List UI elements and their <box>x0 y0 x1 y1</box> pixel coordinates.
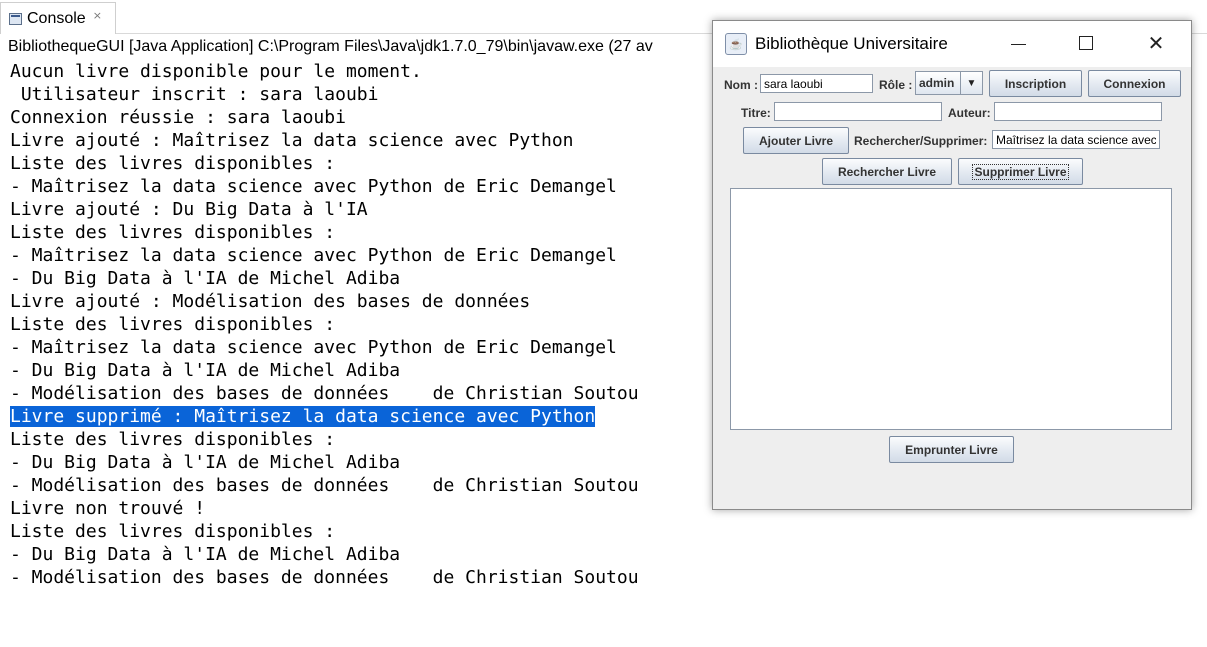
rechercher-livre-button-label: Rechercher Livre <box>837 164 937 179</box>
close-icon[interactable]: × <box>93 9 102 22</box>
console-line: Liste des livres disponibles : <box>10 520 639 543</box>
rechercher-supprimer-label: Rechercher/Supprimer: <box>854 134 988 148</box>
role-select-value: admin <box>919 76 955 90</box>
java-app-icon: ☕ <box>725 33 747 55</box>
console-line-selected: Livre supprimé : Maîtrisez la data scien… <box>10 405 639 428</box>
console-line-text: Aucun livre disponible pour le moment. <box>10 61 422 82</box>
console-line: - Maîtrisez la data science avec Python … <box>10 244 639 267</box>
nom-input[interactable] <box>760 74 873 93</box>
console-line-text: Liste des livres disponibles : <box>10 222 336 243</box>
console-line: Liste des livres disponibles : <box>10 152 639 175</box>
window-titlebar[interactable]: ☕ Bibliothèque Universitaire ✕ <box>713 21 1191 67</box>
console-line: - Maîtrisez la data science avec Python … <box>10 336 639 359</box>
console-line: Livre ajouté : Modélisation des bases de… <box>10 290 639 313</box>
rechercher-livre-button[interactable]: Rechercher Livre <box>822 158 952 185</box>
console-line: Livre ajouté : Du Big Data à l'IA <box>10 198 639 221</box>
auteur-label: Auteur: <box>948 106 991 120</box>
console-line: - Maîtrisez la data science avec Python … <box>10 175 639 198</box>
console-line-text: Livre ajouté : Modélisation des bases de… <box>10 291 531 312</box>
console-line-text: - Du Big Data à l'IA de Michel Adiba <box>10 452 401 473</box>
result-text-area[interactable] <box>730 188 1172 430</box>
console-line: Utilisateur inscrit : sara laoubi <box>10 83 639 106</box>
console-line: Liste des livres disponibles : <box>10 428 639 451</box>
console-line-text: - Maîtrisez la data science avec Python … <box>10 337 617 358</box>
minimize-button[interactable] <box>1003 31 1033 55</box>
console-line-text: - Modélisation des bases de données de C… <box>10 567 639 588</box>
connexion-button[interactable]: Connexion <box>1088 70 1181 97</box>
console-line-text: - Modélisation des bases de données de C… <box>10 475 639 496</box>
console-line: Liste des livres disponibles : <box>10 221 639 244</box>
close-window-button[interactable]: ✕ <box>1141 31 1171 55</box>
console-line: - Du Big Data à l'IA de Michel Adiba <box>10 359 639 382</box>
supprimer-livre-button-label: Supprimer Livre <box>972 163 1069 180</box>
maximize-icon <box>1079 36 1093 50</box>
emprunter-livre-button[interactable]: Emprunter Livre <box>889 436 1014 463</box>
console-line-text: - Du Big Data à l'IA de Michel Adiba <box>10 268 401 289</box>
console-line-text: - Maîtrisez la data science avec Python … <box>10 176 617 197</box>
console-line-text: Liste des livres disponibles : <box>10 314 336 335</box>
console-line-text: Livre supprimé : Maîtrisez la data scien… <box>10 406 596 427</box>
console-line-text: Liste des livres disponibles : <box>10 153 336 174</box>
console-line-text: Livre non trouvé ! <box>10 498 206 519</box>
console-line-text: - Du Big Data à l'IA de Michel Adiba <box>10 544 401 565</box>
tab-console[interactable]: Console × <box>0 2 116 34</box>
console-line: - Modélisation des bases de données de C… <box>10 382 639 405</box>
auteur-input[interactable] <box>994 102 1162 121</box>
ajouter-livre-button-label: Ajouter Livre <box>758 133 833 148</box>
nom-label: Nom : <box>724 78 758 92</box>
console-tab-label: Console <box>27 9 86 27</box>
maximize-button[interactable] <box>1071 31 1101 55</box>
inscription-button-label: Inscription <box>1004 76 1067 91</box>
console-line-text: - Maîtrisez la data science avec Python … <box>10 245 617 266</box>
console-line: - Du Big Data à l'IA de Michel Adiba <box>10 543 639 566</box>
console-icon <box>9 12 22 25</box>
console-line-text: Liste des livres disponibles : <box>10 521 336 542</box>
inscription-button[interactable]: Inscription <box>989 70 1082 97</box>
console-line: Livre ajouté : Maîtrisez la data science… <box>10 129 639 152</box>
chevron-down-icon[interactable]: ▼ <box>960 72 982 94</box>
ajouter-livre-button[interactable]: Ajouter Livre <box>743 127 849 154</box>
titre-label: Titre: <box>741 106 771 120</box>
supprimer-livre-button[interactable]: Supprimer Livre <box>958 158 1083 185</box>
titre-input[interactable] <box>774 102 942 121</box>
console-line-text: - Du Big Data à l'IA de Michel Adiba <box>10 360 401 381</box>
console-line-text: Livre ajouté : Du Big Data à l'IA <box>10 199 368 220</box>
close-icon: ✕ <box>1147 31 1165 55</box>
console-line: - Du Big Data à l'IA de Michel Adiba <box>10 267 639 290</box>
bibliotheque-window: ☕ Bibliothèque Universitaire ✕ Nom : Rôl… <box>712 20 1192 510</box>
console-line-text: - Modélisation des bases de données de C… <box>10 383 639 404</box>
connexion-button-label: Connexion <box>1103 76 1166 91</box>
console-line: - Du Big Data à l'IA de Michel Adiba <box>10 451 639 474</box>
rechercher-supprimer-input[interactable] <box>992 130 1160 149</box>
console-line: Connexion réussie : sara laoubi <box>10 106 639 129</box>
console-line-text: Utilisateur inscrit : sara laoubi <box>10 84 379 105</box>
role-select[interactable]: admin ▼ <box>915 71 983 95</box>
console-line: - Modélisation des bases de données de C… <box>10 474 639 497</box>
console-line-text: Connexion réussie : sara laoubi <box>10 107 346 128</box>
console-output[interactable]: Aucun livre disponible pour le moment. U… <box>10 60 639 589</box>
window-title: Bibliothèque Universitaire <box>755 34 948 53</box>
console-line: Aucun livre disponible pour le moment. <box>10 60 639 83</box>
role-label: Rôle : <box>879 78 913 92</box>
console-line: - Modélisation des bases de données de C… <box>10 566 639 589</box>
console-line-text: Liste des livres disponibles : <box>10 429 336 450</box>
console-process-header: BibliothequeGUI [Java Application] C:\Pr… <box>8 38 653 55</box>
minimize-icon <box>1010 43 1026 45</box>
console-line: Liste des livres disponibles : <box>10 313 639 336</box>
console-line-text: Livre ajouté : Maîtrisez la data science… <box>10 130 574 151</box>
console-line: Livre non trouvé ! <box>10 497 639 520</box>
emprunter-livre-button-label: Emprunter Livre <box>905 442 998 457</box>
